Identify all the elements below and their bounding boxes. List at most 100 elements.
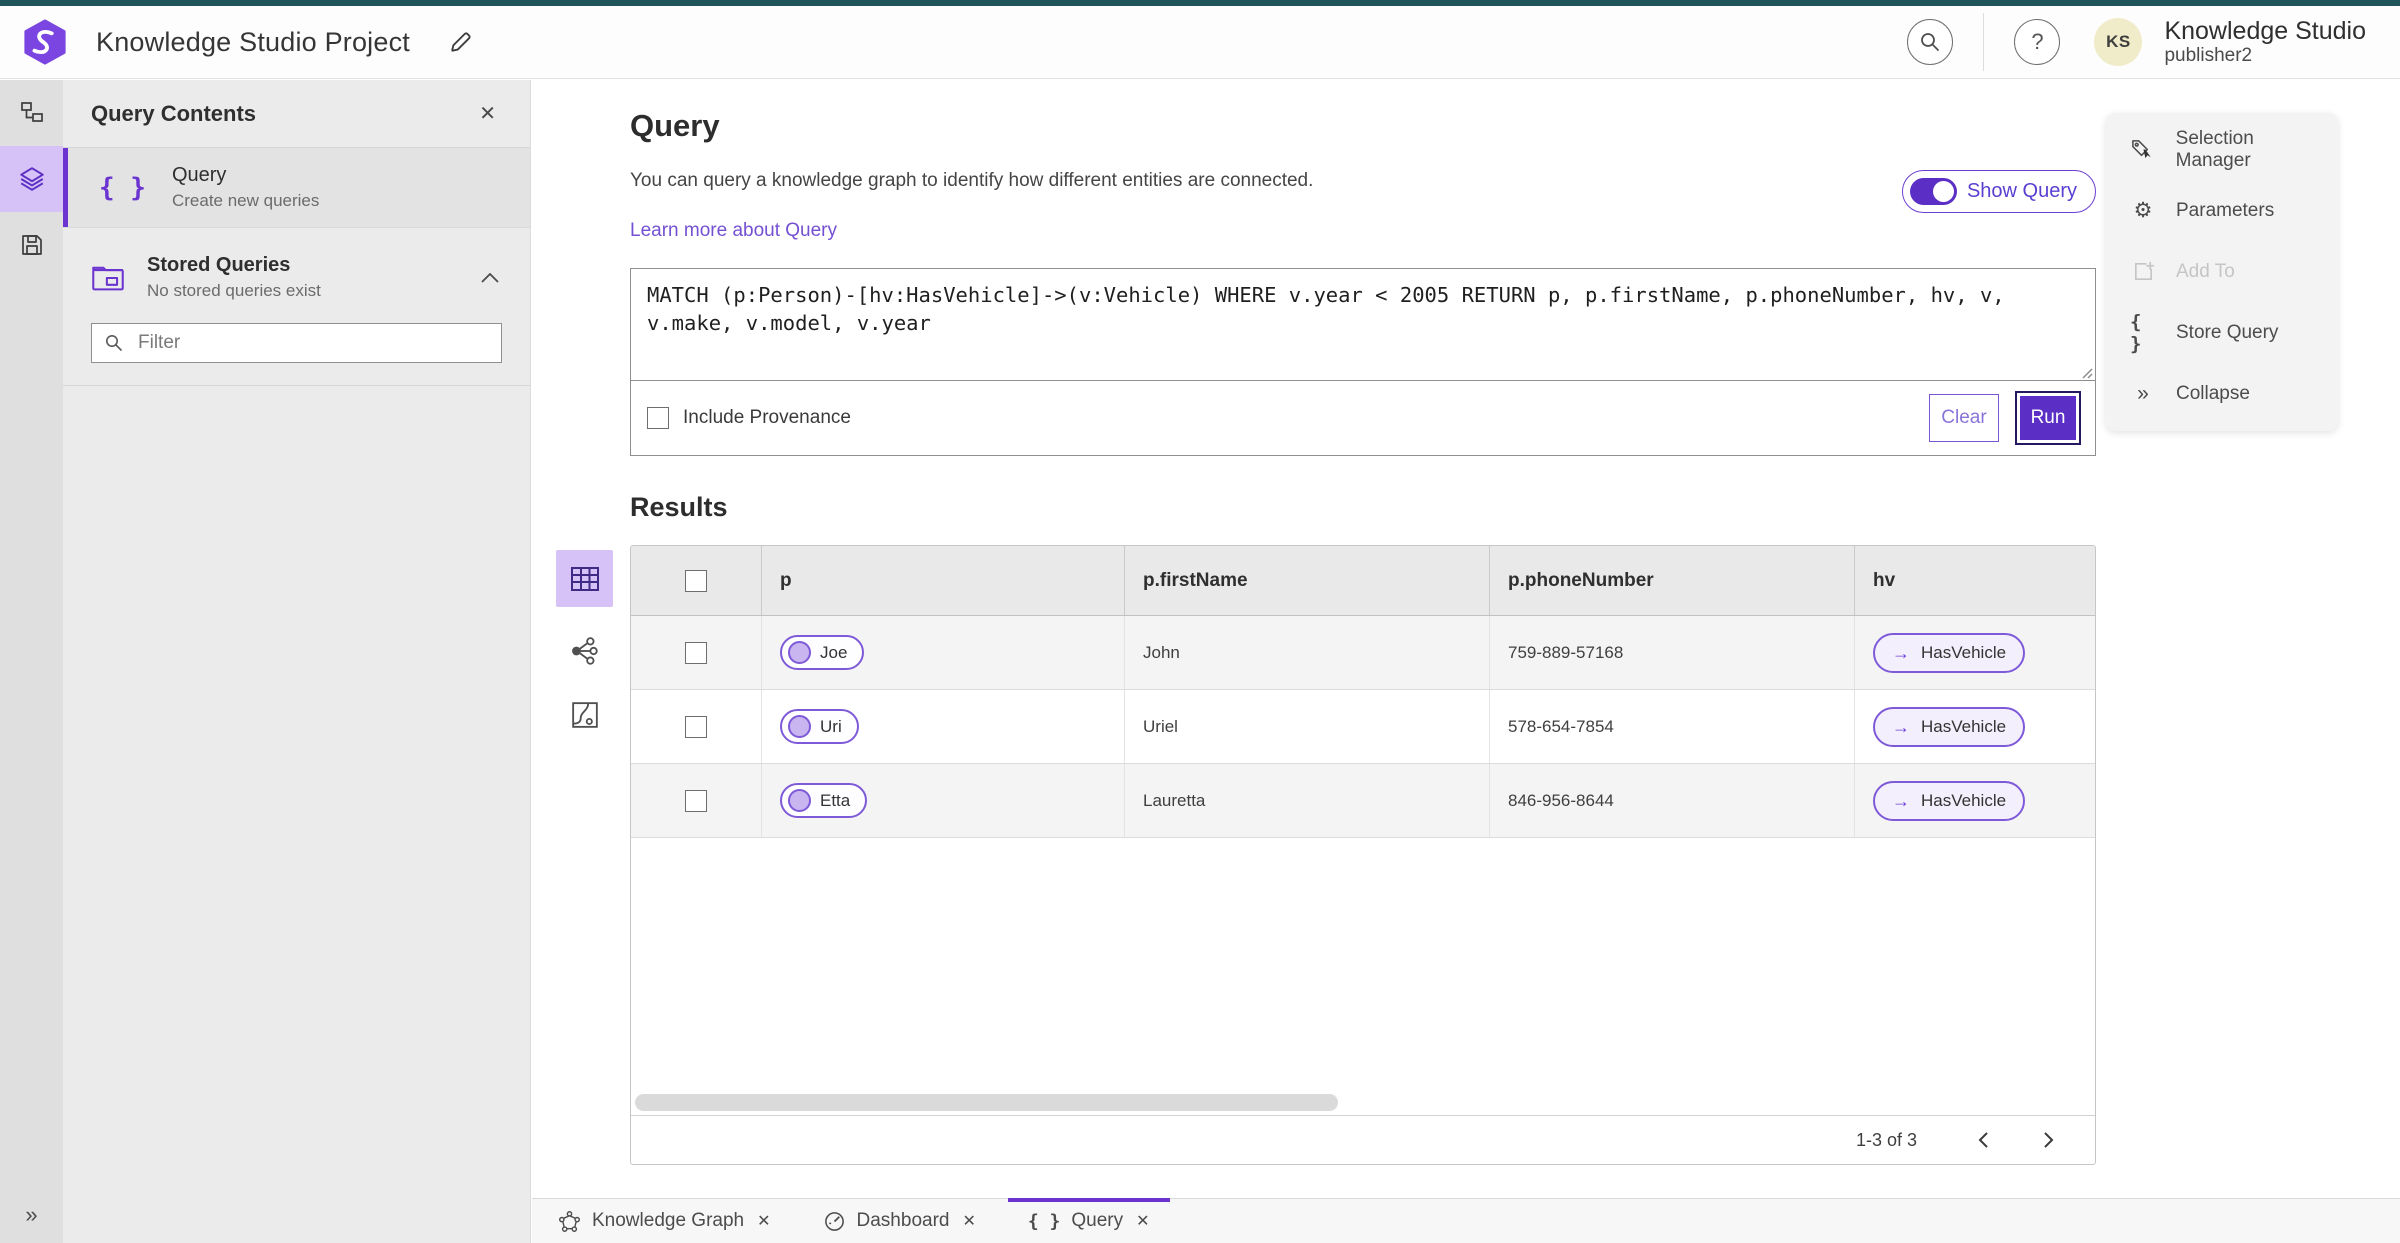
help-icon: ? <box>2031 29 2044 54</box>
tab-label: Knowledge Graph <box>592 1210 745 1231</box>
chevron-up-icon <box>480 272 500 284</box>
tab-close-icon[interactable]: ✕ <box>962 1211 975 1231</box>
collapse-icon: » <box>2137 381 2149 405</box>
main-area: Query You can query a knowledge graph to… <box>532 80 2400 1198</box>
braces-icon: { } <box>1027 1210 1061 1232</box>
tab-dashboard[interactable]: Dashboard ✕ <box>797 1199 1002 1243</box>
expand-rail-button[interactable]: » <box>0 1195 63 1235</box>
edge-badge[interactable]: → HasVehicle <box>1873 706 2026 747</box>
panel-item-query[interactable]: { } Query Create new queries <box>63 148 530 228</box>
row-checkbox[interactable] <box>685 641 707 664</box>
select-all-checkbox[interactable] <box>685 569 707 592</box>
user-info: Knowledge Studio publisher2 <box>2164 17 2366 66</box>
rail-item-layers[interactable] <box>0 146 63 212</box>
header-divider <box>1983 13 1985 71</box>
search-button[interactable] <box>1907 19 1954 65</box>
next-page-button[interactable] <box>2029 1125 2069 1155</box>
table-view-icon <box>570 566 600 592</box>
collapse-section-button[interactable] <box>478 270 502 286</box>
map-view-button[interactable] <box>565 695 605 735</box>
show-query-toggle[interactable]: Show Query <box>1901 170 2096 213</box>
braces-icon: { } <box>99 172 146 203</box>
selection-manager-item[interactable]: Selection Manager <box>2106 119 2338 180</box>
collapse-menu-item[interactable]: » Collapse <box>2106 363 2338 424</box>
parameters-item[interactable]: ⚙ Parameters <box>2106 180 2338 241</box>
column-header-firstname: p.firstName <box>1124 546 1489 615</box>
panel-close-button[interactable]: ✕ <box>473 100 502 127</box>
tab-close-icon[interactable]: ✕ <box>757 1211 770 1231</box>
arrow-right-icon: → <box>1892 790 1910 811</box>
rail-item-save[interactable] <box>0 212 63 278</box>
horizontal-scrollbar <box>631 1089 2095 1115</box>
table-empty-space <box>631 838 2095 1089</box>
tab-query[interactable]: { } Query ✕ <box>1002 1198 1176 1243</box>
edge-badge[interactable]: → HasVehicle <box>1873 632 2026 673</box>
arrow-right-icon: → <box>1892 716 1910 737</box>
row-checkbox[interactable] <box>685 789 707 812</box>
learn-more-link[interactable]: Learn more about Query <box>630 220 837 242</box>
bottom-tab-bar: Knowledge Graph ✕ Dashboard ✕ { } Query … <box>532 1198 2400 1243</box>
arrow-right-icon: → <box>1892 642 1910 663</box>
query-item-title: Query <box>171 164 227 186</box>
hierarchy-icon <box>19 100 45 126</box>
rail-item-hierarchy[interactable] <box>0 80 63 146</box>
toggle-track <box>1909 178 1957 205</box>
edge-badge[interactable]: → HasVehicle <box>1873 780 2026 821</box>
tab-close-icon[interactable]: ✕ <box>1136 1211 1149 1231</box>
table-row: Etta Lauretta 846-956-8644 → HasVehicle <box>631 764 2095 838</box>
save-icon <box>19 232 45 258</box>
pencil-icon <box>448 29 474 55</box>
expand-icon: » <box>25 1202 38 1227</box>
node-dot-icon <box>788 789 811 812</box>
collapse-label: Collapse <box>2176 382 2250 404</box>
node-badge[interactable]: Etta <box>780 783 868 818</box>
column-header-phonenumber: p.phoneNumber <box>1489 546 1854 615</box>
include-provenance-checkbox[interactable] <box>647 407 669 429</box>
row-checkbox[interactable] <box>685 715 707 738</box>
stored-queries-section[interactable]: Stored Queries No stored queries exist <box>63 228 530 311</box>
node-label: Uri <box>820 716 842 736</box>
add-to-label: Add To <box>2176 260 2235 282</box>
chevron-right-icon <box>2043 1131 2055 1149</box>
include-provenance-label: Include Provenance <box>683 407 851 428</box>
table-header-row: p p.firstName p.phoneNumber hv <box>631 546 2095 616</box>
avatar[interactable]: KS <box>2094 18 2143 66</box>
node-badge[interactable]: Joe <box>780 635 865 670</box>
cell-phone: 846-956-8644 <box>1489 764 1854 837</box>
knowledge-graph-icon <box>558 1210 581 1233</box>
query-form: MATCH (p:Person)-[hv:HasVehicle]->(v:Veh… <box>630 268 2096 456</box>
graph-view-button[interactable] <box>565 631 605 671</box>
table-row: Joe John 759-889-57168 → HasVehicle <box>631 616 2095 690</box>
pagination-range: 1-3 of 3 <box>1855 1129 1917 1150</box>
clear-button[interactable]: Clear <box>1929 394 1999 442</box>
help-button[interactable]: ? <box>2014 19 2061 65</box>
cell-firstname: John <box>1124 616 1489 689</box>
query-editor[interactable]: MATCH (p:Person)-[hv:HasVehicle]->(v:Veh… <box>631 269 2095 381</box>
previous-page-button[interactable] <box>1963 1125 2003 1155</box>
page-title: Query <box>630 108 720 143</box>
map-view-icon <box>571 701 599 729</box>
node-badge[interactable]: Uri <box>780 709 859 744</box>
edit-project-title-button[interactable] <box>444 25 478 59</box>
edge-label: HasVehicle <box>1921 716 2007 736</box>
run-button[interactable]: Run <box>2015 391 2081 445</box>
stored-queries-title: Stored Queries <box>147 254 291 276</box>
edge-label: HasVehicle <box>1921 790 2007 810</box>
scrollbar-thumb[interactable] <box>635 1094 1338 1111</box>
store-query-item[interactable]: { } Store Query <box>2106 302 2338 363</box>
braces-icon: { } <box>2130 310 2142 355</box>
filter-input[interactable] <box>136 331 489 355</box>
left-icon-rail: » <box>0 80 63 1243</box>
close-icon: ✕ <box>479 103 496 125</box>
tab-label: Dashboard <box>856 1210 950 1231</box>
show-query-label: Show Query <box>1966 180 2077 202</box>
graph-view-icon <box>570 636 600 666</box>
app-logo-icon <box>22 19 68 65</box>
table-view-button[interactable] <box>556 550 613 607</box>
column-header-p: p <box>761 546 1124 615</box>
dashboard-icon <box>823 1210 846 1233</box>
user-name: publisher2 <box>2164 45 2253 67</box>
resize-handle-icon[interactable] <box>2081 367 2093 379</box>
add-to-icon <box>2130 260 2156 283</box>
tab-knowledge-graph[interactable]: Knowledge Graph ✕ <box>532 1199 797 1243</box>
